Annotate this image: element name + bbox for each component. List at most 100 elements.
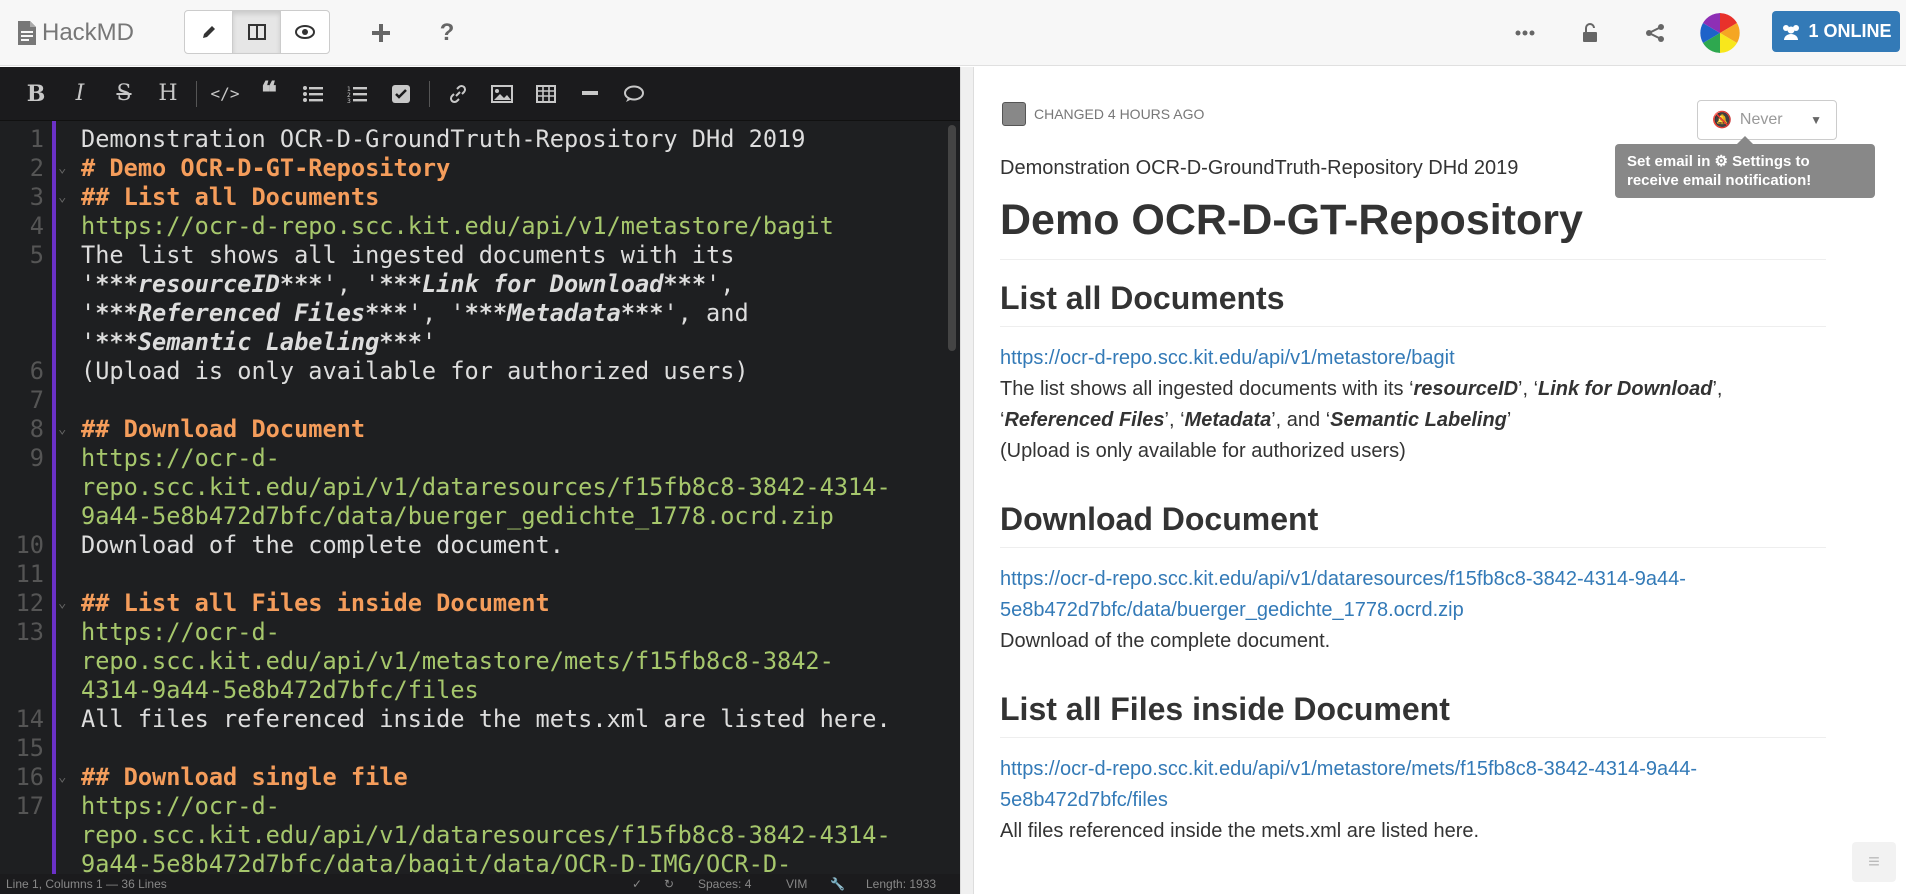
file-icon — [18, 21, 36, 45]
section-heading: List all Files inside Document — [1000, 689, 1826, 738]
code-line: ## Download Document — [81, 415, 366, 443]
indent-setting[interactable]: Spaces: 4 — [698, 877, 751, 891]
italic-icon: I — [75, 81, 85, 106]
fold-chevron-icon[interactable]: ⌄ — [58, 589, 72, 618]
upload-note: (Upload is only available for authorized… — [1000, 440, 1406, 462]
editor-scrollbar[interactable] — [948, 125, 956, 351]
brand[interactable]: HackMD — [18, 18, 134, 48]
code-line: ## List all Documents — [81, 183, 380, 211]
download-link[interactable]: https://ocr-d-repo.scc.kit.edu/api/v1/da… — [1000, 568, 1686, 621]
code-line: repo.scc.kit.edu/api/v1/metastore/mets/f… — [81, 647, 834, 675]
help-button[interactable]: ? — [430, 18, 464, 48]
code-line: 4314-9a44-5e8b472d7bfc/files — [81, 676, 479, 704]
ordered-list-button[interactable]: 123 — [335, 77, 379, 111]
markdown-preview: CHANGED 4 HOURS AGO 🔕 Never ▼ Set email … — [974, 67, 1906, 894]
fold-chevron-icon[interactable]: ⌄ — [58, 415, 72, 444]
fold-chevron-icon[interactable]: ⌄ — [58, 763, 72, 792]
code-line: '***Semantic Labeling***' — [81, 328, 437, 356]
notify-value: Never — [1739, 111, 1783, 128]
online-users-button[interactable]: 1 ONLINE — [1772, 11, 1900, 52]
section-text: The list shows all ingested documents wi… — [1000, 378, 1723, 431]
bagit-link[interactable]: https://ocr-d-repo.scc.kit.edu/api/v1/me… — [1000, 347, 1455, 369]
code-icon: </> — [210, 84, 240, 103]
line-number: 16 — [15, 763, 44, 791]
line-number: 6 — [29, 357, 44, 385]
code-button[interactable]: </> — [203, 77, 247, 111]
line-number: 7 — [29, 386, 44, 414]
comment-button[interactable] — [612, 77, 656, 111]
table-button[interactable] — [524, 77, 568, 111]
share-icon — [1646, 24, 1664, 42]
italic-button[interactable]: I — [58, 77, 102, 111]
line-number: 3 — [29, 183, 44, 211]
ellipsis-icon — [1515, 30, 1535, 36]
line-number: 11 — [15, 560, 44, 588]
bell-slash-icon: 🔕 — [1712, 112, 1732, 129]
code-line: # Demo OCR-D-GT-Repository — [81, 154, 451, 182]
table-icon — [536, 84, 556, 103]
fold-chevron-icon[interactable]: ⌄ — [58, 183, 72, 212]
line-number: 14 — [15, 705, 44, 733]
heading-button[interactable]: H — [146, 77, 190, 111]
bold-icon: B — [26, 80, 46, 107]
keymap-setting[interactable]: VIM — [786, 877, 807, 891]
wrench-icon[interactable]: 🔧 — [830, 877, 845, 891]
editor-status-bar: Line 1, Columns 1 — 36 Lines ✓ ↻ Spaces:… — [0, 874, 960, 894]
horizontal-rule-button[interactable] — [568, 77, 612, 111]
unordered-list-button[interactable] — [291, 77, 335, 111]
section-heading: Download Document — [1000, 499, 1826, 548]
image-button[interactable] — [480, 77, 524, 111]
link-button[interactable] — [436, 77, 480, 111]
code-line: ## Download single file — [81, 763, 408, 791]
strikethrough-button[interactable]: S — [102, 77, 146, 111]
active-gutter-bar — [52, 121, 56, 874]
quote-button[interactable]: ❝ — [247, 77, 291, 111]
more-menu-button[interactable] — [1508, 18, 1542, 48]
share-button[interactable] — [1638, 18, 1672, 48]
line-number: 10 — [15, 531, 44, 559]
code-line: https://ocr-d- — [81, 618, 280, 646]
new-note-button[interactable] — [364, 18, 398, 48]
line-number: 4 — [29, 212, 44, 240]
pane-resizer[interactable] — [960, 67, 974, 894]
list-icon: ≡ — [1868, 850, 1880, 873]
code-line: https://ocr-d-repo.scc.kit.edu/api/v1/me… — [81, 212, 834, 240]
line-number: 9 — [29, 444, 44, 472]
code-line: ## List all Files inside Document — [81, 589, 550, 617]
permission-button[interactable] — [1573, 18, 1607, 48]
quote-icon: ❝ — [260, 76, 278, 110]
markdown-editor: B I S H </> ❝ 123 1 Demonstration OCR-D-… — [0, 67, 960, 894]
eye-icon — [295, 25, 315, 39]
question-icon: ? — [439, 19, 455, 46]
line-number: 12 — [15, 589, 44, 617]
code-line: The list shows all ingested documents wi… — [81, 241, 735, 269]
plus-icon — [372, 24, 390, 42]
line-number: 5 — [29, 241, 44, 269]
section-heading: List all Documents — [1000, 278, 1826, 327]
user-avatar[interactable] — [1700, 13, 1740, 53]
code-line: '***Referenced Files***', '***Metadata**… — [81, 299, 749, 327]
code-line: repo.scc.kit.edu/api/v1/dataresources/f1… — [81, 473, 891, 501]
image-icon — [491, 84, 513, 103]
notify-dropdown[interactable]: 🔕 Never ▼ — [1697, 100, 1837, 140]
line-number: 1 — [29, 125, 44, 153]
bold-button[interactable]: B — [14, 77, 58, 111]
toc-button[interactable]: ≡ — [1852, 842, 1896, 882]
line-number: 13 — [15, 618, 44, 646]
intro-line: Demonstration OCR-D-GroundTruth-Reposito… — [1000, 157, 1519, 179]
fold-chevron-icon[interactable]: ⌄ — [58, 154, 72, 183]
section-text: All files referenced inside the mets.xml… — [1000, 820, 1480, 842]
code-line: All files referenced inside the mets.xml… — [81, 705, 891, 733]
top-navbar: HackMD ? 1 ONLINE — [0, 0, 1906, 66]
view-mode-button[interactable] — [281, 11, 329, 53]
doc-title: Demo OCR-D-GT-Repository — [1000, 194, 1826, 260]
checklist-button[interactable] — [379, 77, 423, 111]
split-mode-button[interactable] — [233, 11, 281, 53]
edit-mode-button[interactable] — [185, 11, 233, 53]
unlock-icon — [1583, 23, 1597, 42]
code-area[interactable]: 1 Demonstration OCR-D-GroundTruth-Reposit… — [0, 121, 946, 874]
files-link[interactable]: https://ocr-d-repo.scc.kit.edu/api/v1/me… — [1000, 758, 1697, 811]
check-icon: ✓ — [632, 877, 643, 891]
svg-text:3: 3 — [347, 98, 351, 103]
code-line: repo.scc.kit.edu/api/v1/dataresources/f1… — [81, 821, 891, 849]
